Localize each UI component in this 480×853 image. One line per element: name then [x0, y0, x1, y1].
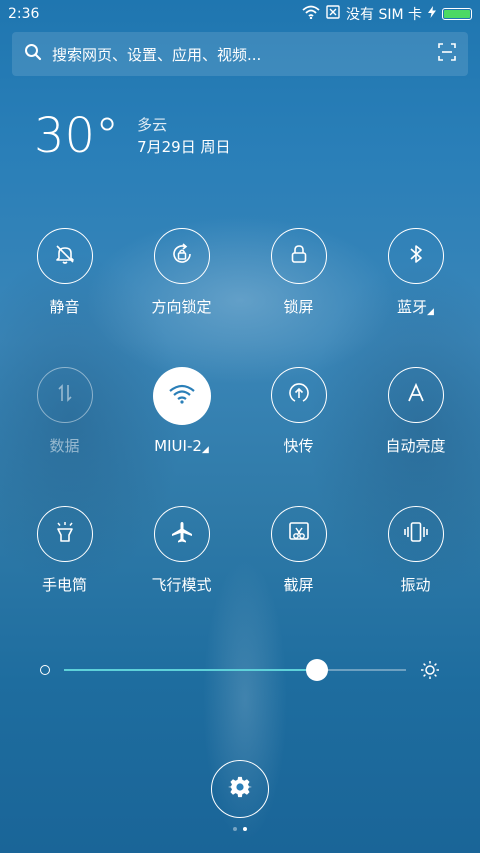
- toggle-auto-brightness[interactable]: 自动亮度: [357, 367, 474, 506]
- toggle-label-with-menu: MIUI-2◢: [154, 437, 209, 455]
- carrier-text: 没有 SIM 卡: [346, 7, 422, 23]
- lock-icon: [288, 243, 310, 269]
- toggle-vibrate-button[interactable]: [387, 506, 444, 562]
- toggle-label: MIUI-2: [154, 437, 202, 455]
- toggle-silent[interactable]: 静音: [6, 228, 123, 367]
- toggle-label-with-menu: 蓝牙◢: [397, 296, 434, 317]
- page-indicator: [0, 827, 480, 831]
- menu-triangle-icon: ◢: [427, 307, 434, 317]
- screenshot-icon: [287, 520, 311, 548]
- scan-icon[interactable]: [438, 43, 456, 65]
- brightness-track[interactable]: [64, 659, 406, 681]
- temperature: 30°: [34, 108, 120, 164]
- upload-icon: [287, 381, 311, 409]
- toggle-silent-button[interactable]: [36, 228, 93, 284]
- toggle-label: 手电筒: [41, 576, 87, 594]
- toggle-row: 数据 MIUI-2◢ 快传 自动亮度: [0, 367, 480, 506]
- flashlight-icon: [54, 520, 76, 548]
- toggle-rotation-lock[interactable]: 方向锁定: [123, 228, 240, 367]
- toggle-lock-screen-button[interactable]: [270, 228, 327, 284]
- status-time: 2:36: [8, 6, 40, 22]
- page-dot: [233, 827, 237, 831]
- vibrate-icon: [403, 521, 429, 547]
- toggle-screenshot[interactable]: 截屏: [240, 506, 357, 645]
- rotation-lock-icon: [170, 242, 194, 270]
- bell-off-icon: [54, 243, 76, 269]
- toggle-quick-transfer-button[interactable]: [270, 367, 327, 423]
- status-icons: 没有 SIM 卡: [302, 4, 472, 24]
- toggle-flashlight[interactable]: 手电筒: [6, 506, 123, 645]
- battery-icon: [442, 8, 472, 20]
- toggle-lock-screen[interactable]: 锁屏: [240, 228, 357, 367]
- search-icon: [24, 43, 42, 65]
- toggle-flashlight-button[interactable]: [36, 506, 93, 562]
- toggle-label: 数据: [49, 437, 80, 455]
- search-placeholder: 搜索网页、设置、应用、视频...: [52, 45, 262, 64]
- toggle-auto-brightness-button[interactable]: [387, 367, 444, 423]
- brightness-fill: [64, 669, 318, 671]
- menu-triangle-icon: ◢: [201, 445, 209, 455]
- auto-brightness-icon: [406, 382, 426, 408]
- weather-info: 多云 7月29日 周日: [137, 114, 230, 158]
- toggle-label: 截屏: [283, 576, 314, 594]
- toggle-wifi-button[interactable]: [152, 367, 211, 425]
- toggle-wifi[interactable]: MIUI-2◢: [123, 367, 240, 506]
- page-dot-active: [243, 827, 247, 831]
- charging-icon: [428, 6, 436, 22]
- toggle-screenshot-button[interactable]: [270, 506, 327, 562]
- airplane-icon: [170, 520, 194, 548]
- toggle-row: 静音 方向锁定 锁屏 蓝牙◢: [0, 228, 480, 367]
- brightness-thumb[interactable]: [306, 659, 329, 681]
- toggle-label: 方向锁定: [151, 298, 212, 316]
- toggle-quick-transfer[interactable]: 快传: [240, 367, 357, 506]
- toggle-vibrate[interactable]: 振动: [357, 506, 474, 645]
- toggle-label: 静音: [49, 298, 80, 316]
- toggle-label: 飞行模式: [151, 576, 212, 594]
- toggle-data[interactable]: 数据: [6, 367, 123, 506]
- toggle-rotation-lock-button[interactable]: [153, 228, 210, 284]
- wifi-status-icon: [302, 5, 320, 23]
- wifi-icon: [168, 384, 195, 408]
- toggle-label: 蓝牙: [397, 298, 428, 316]
- toggle-bluetooth[interactable]: 蓝牙◢: [357, 228, 474, 367]
- bluetooth-icon: [406, 243, 426, 269]
- toggle-label: 锁屏: [283, 298, 314, 316]
- toggle-data-button[interactable]: [36, 367, 93, 423]
- quick-toggles: 静音 方向锁定 锁屏 蓝牙◢ 数据 MIUI-2◢ 快传 自动亮度 手电筒 飞行…: [0, 228, 480, 645]
- weather-widget[interactable]: 30° 多云 7月29日 周日: [34, 108, 230, 164]
- toggle-airplane-button[interactable]: [153, 506, 210, 562]
- status-bar: 2:36 没有 SIM 卡: [0, 0, 480, 28]
- weather-date: 7月29日 周日: [137, 138, 231, 156]
- toggle-bluetooth-button[interactable]: [387, 228, 444, 284]
- weather-condition: 多云: [137, 116, 168, 134]
- data-arrows-icon: [55, 382, 75, 408]
- toggle-label: 振动: [400, 576, 431, 594]
- toggle-label: 快传: [283, 437, 314, 455]
- gear-icon: [227, 774, 253, 804]
- brightness-low-icon: [40, 665, 50, 675]
- control-center: 2:36 没有 SIM 卡 搜索网页、设置、应用、视频... 30° 多云 7月…: [0, 0, 480, 853]
- toggle-label: 自动亮度: [385, 437, 446, 455]
- brightness-slider[interactable]: [40, 656, 440, 684]
- search-bar[interactable]: 搜索网页、设置、应用、视频...: [12, 32, 468, 76]
- toggle-row: 手电筒 飞行模式 截屏 振动: [0, 506, 480, 645]
- settings-button[interactable]: [211, 760, 269, 818]
- no-sim-icon: [326, 5, 340, 23]
- sun-icon: [420, 660, 440, 680]
- battery-fill: [444, 10, 470, 18]
- toggle-airplane[interactable]: 飞行模式: [123, 506, 240, 645]
